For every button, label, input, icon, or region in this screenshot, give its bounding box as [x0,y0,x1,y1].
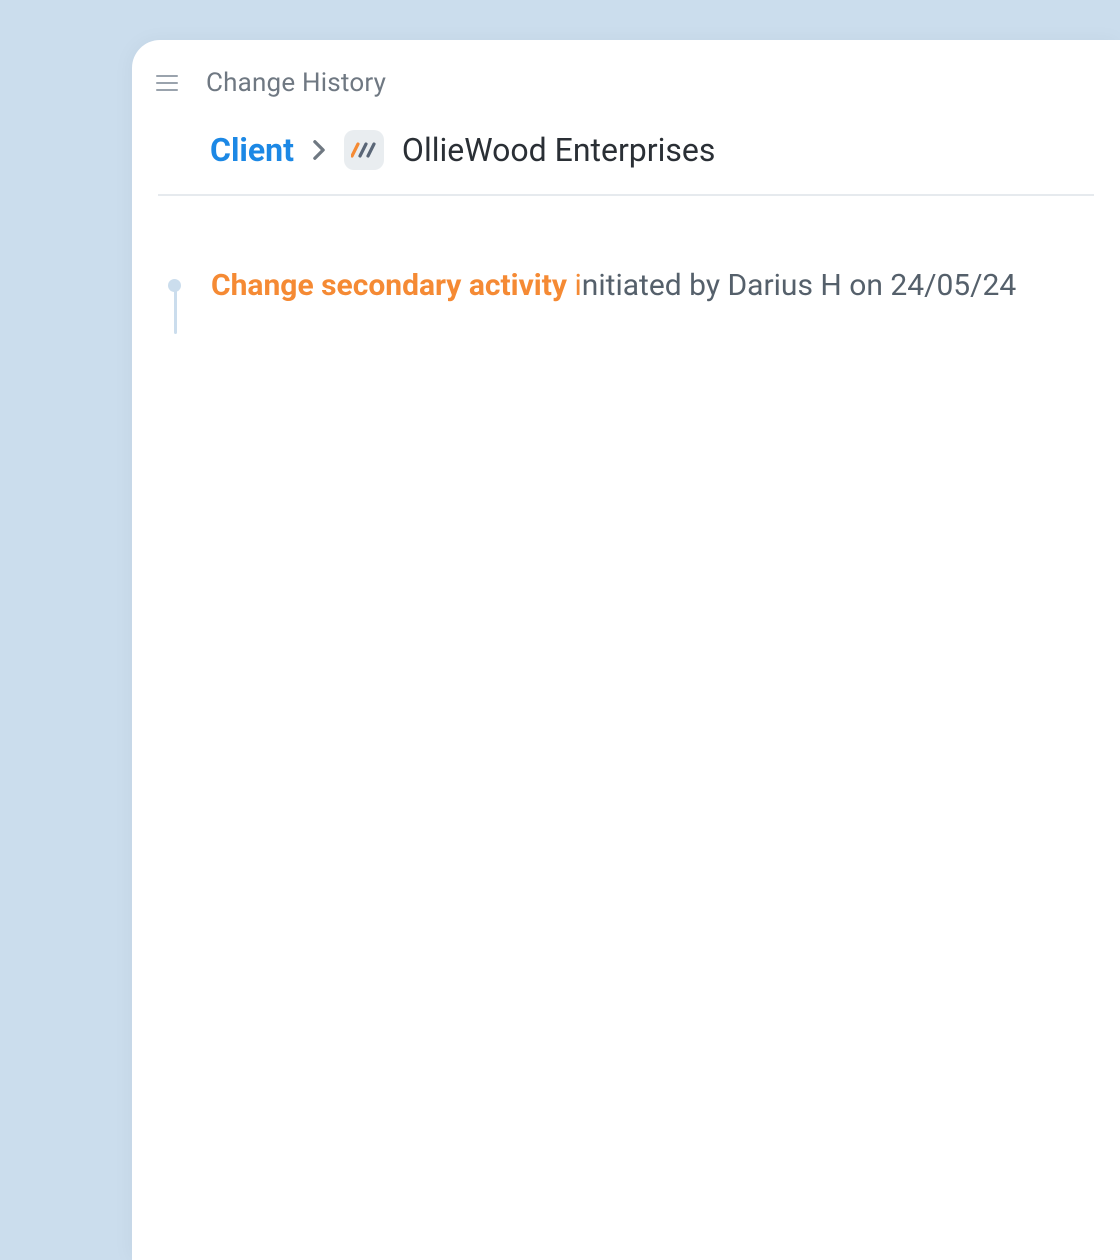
timeline-item-text: Change secondary activity initiated by D… [211,266,1016,305]
hamburger-menu-icon[interactable] [156,75,178,91]
timeline-connector [174,290,177,334]
breadcrumb: Client OllieWood Enterprises [132,108,1120,194]
timeline-item[interactable]: Change secondary activity initiated by D… [168,266,1094,305]
timeline: Change secondary activity initiated by D… [132,196,1120,305]
client-logo-icon [344,130,384,170]
topbar: Change History [132,40,1120,108]
breadcrumb-root[interactable]: Client [210,131,294,169]
timeline-meta: initiated by Darius H on 24/05/24 [574,268,1016,303]
timeline-action: Change secondary activity [211,268,567,303]
page-title: Change History [206,68,386,98]
main-panel: Change History Client OllieWood Enterpri… [132,40,1120,1260]
breadcrumb-client-name: OllieWood Enterprises [402,131,715,169]
chevron-right-icon [312,139,326,161]
